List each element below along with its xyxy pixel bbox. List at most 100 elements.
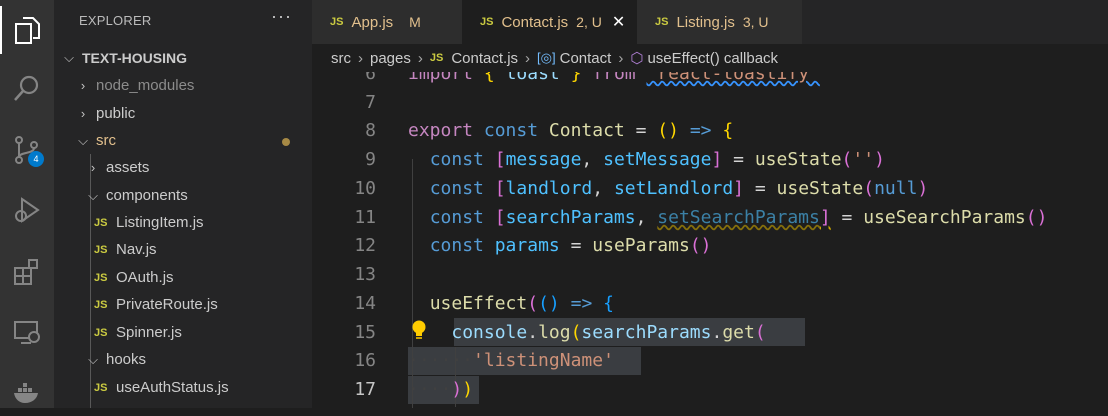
js-file-icon: JS — [94, 298, 108, 311]
chevron-right-icon: › — [525, 49, 531, 67]
tree-item-label: useAuthStatus.js — [116, 379, 229, 396]
code-line: useEffect(() => { — [429, 293, 614, 314]
code-line: export const Contact = () => { — [408, 120, 734, 141]
tree-item-label: Nav.js — [116, 241, 157, 258]
chevron-down-icon: ⌵ — [88, 351, 98, 367]
tree-root[interactable]: ⌵ TEXT-HOUSING — [54, 44, 312, 71]
search-activity[interactable] — [0, 64, 54, 112]
line-number: 15 — [354, 322, 376, 343]
chevron-down-icon: ⌵ — [64, 49, 74, 65]
code-editor[interactable]: 6 7 8 9 10 11 12 13 14 15 16 17 import {… — [312, 72, 1108, 408]
explorer-title: EXPLORER — [79, 13, 152, 28]
tree-item-label: OAuth.js — [116, 269, 174, 286]
code-line: import { toast } from 'react-toastify' — [408, 72, 820, 84]
tree-item-label: ListingItem.js — [116, 214, 204, 231]
source-control-badge: 4 — [28, 151, 44, 167]
line-number: 12 — [354, 235, 376, 256]
js-file-icon: JS — [429, 52, 444, 64]
tab-contact-js[interactable]: JS Contact.js 2, U ✕ — [462, 0, 637, 44]
remote-explorer-activity[interactable] — [0, 308, 54, 356]
js-file-icon: JS — [480, 16, 494, 28]
tree-item-assets[interactable]: › assets — [54, 154, 312, 181]
docker-activity[interactable] — [0, 368, 54, 416]
tree-item-label: src — [96, 132, 116, 149]
js-file-icon: JS — [330, 16, 344, 28]
tree-item-node-modules[interactable]: › node_modules — [54, 72, 312, 99]
explorer-sidebar: EXPLORER ··· ⌵ TEXT-HOUSING › node_modul… — [54, 0, 312, 408]
tree-item-public[interactable]: › public — [54, 100, 312, 127]
chevron-right-icon: › — [90, 160, 96, 175]
source-control-activity[interactable]: 4 — [0, 126, 54, 174]
js-file-icon: JS — [94, 326, 108, 339]
tree-item-privateroute[interactable]: JS PrivateRoute.js — [54, 291, 312, 318]
tree-item-listingitem[interactable]: JS ListingItem.js — [54, 209, 312, 236]
close-icon[interactable]: ✕ — [612, 12, 625, 32]
tree-item-label: assets — [106, 159, 150, 176]
tree-item-label: node_modules — [96, 77, 195, 94]
tree-item-nav[interactable]: JS Nav.js — [54, 236, 312, 263]
tree-item-label: PrivateRoute.js — [116, 296, 218, 313]
tab-label: Listing.js — [676, 13, 735, 31]
editor-tabs: JS App.js M JS Contact.js 2, U ✕ JS List… — [312, 0, 1108, 44]
tree-item-oauth[interactable]: JS OAuth.js — [54, 264, 312, 291]
chevron-down-icon: ⌵ — [78, 132, 88, 148]
line-number: 6 — [365, 72, 376, 84]
line-number: 11 — [354, 207, 376, 228]
tree-item-label: hooks — [106, 351, 147, 368]
files-icon — [15, 17, 40, 44]
line-number: 16 — [354, 350, 376, 371]
line-number: 8 — [365, 120, 376, 141]
extensions-icon — [14, 259, 38, 285]
tree-item-label: public — [96, 105, 136, 122]
code-line: const [searchParams, setSearchParams] = … — [429, 207, 1048, 228]
chevron-right-icon: › — [618, 49, 624, 67]
tab-listing-js[interactable]: JS Listing.js 3, U — [637, 0, 802, 44]
tree-item-spinner[interactable]: JS Spinner.js — [54, 319, 312, 346]
more-actions-button[interactable]: ··· — [271, 6, 292, 27]
run-debug-icon — [15, 197, 40, 223]
code-line: const [message, setMessage] = useState('… — [429, 149, 885, 170]
tab-status: 3, U — [742, 14, 769, 30]
breadcrumb-src[interactable]: src — [331, 50, 351, 67]
symbol-variable-icon: [◎] — [537, 50, 556, 65]
remote-explorer-icon — [14, 321, 40, 344]
line-number: 7 — [365, 92, 376, 113]
tree-item-src[interactable]: ⌵ src — [54, 127, 312, 154]
tree-item-useauthstatus[interactable]: JS useAuthStatus.js — [54, 374, 312, 401]
code-line: console.log(searchParams.get( — [451, 322, 766, 343]
breadcrumb-pages[interactable]: pages — [370, 50, 411, 67]
tree-item-components[interactable]: ⌵ components — [54, 182, 312, 209]
chevron-right-icon: › — [358, 49, 363, 67]
line-number: 10 — [354, 178, 376, 199]
js-file-icon: JS — [94, 271, 108, 284]
chevron-right-icon: › — [417, 49, 423, 67]
code-line: ····)) — [408, 379, 474, 400]
line-number: 13 — [354, 264, 376, 285]
symbol-method-icon: ⬡ — [630, 50, 644, 67]
chevron-right-icon: › — [80, 78, 86, 93]
breadcrumb: src › pages › JS Contact.js › [◎] Contac… — [312, 44, 1108, 72]
tab-app-js[interactable]: JS App.js M — [312, 0, 462, 44]
explorer-activity[interactable] — [0, 6, 54, 54]
run-debug-activity[interactable] — [0, 186, 54, 234]
breadcrumb-callback[interactable]: useEffect() callback — [647, 50, 778, 67]
lightbulb-icon[interactable] — [409, 319, 429, 341]
tree-item-label: Spinner.js — [116, 324, 182, 341]
js-file-icon: JS — [94, 381, 108, 394]
tree-item-label: components — [106, 187, 188, 204]
extensions-activity[interactable] — [0, 248, 54, 296]
chevron-right-icon: › — [80, 106, 86, 121]
line-number-current: 17 — [354, 379, 376, 400]
js-file-icon: JS — [655, 16, 669, 28]
breadcrumb-file[interactable]: Contact.js — [451, 50, 518, 67]
chevron-down-icon: ⌵ — [88, 187, 98, 203]
line-number: 9 — [365, 149, 376, 170]
docker-icon — [14, 383, 38, 403]
tab-status: 2, U — [576, 14, 602, 30]
tab-status: M — [409, 14, 421, 30]
code-line: ······'listingName' — [408, 350, 614, 371]
breadcrumb-component[interactable]: Contact — [560, 50, 612, 67]
modified-dot — [282, 138, 290, 146]
line-number: 14 — [354, 293, 376, 314]
tree-item-hooks[interactable]: ⌵ hooks — [54, 346, 312, 373]
